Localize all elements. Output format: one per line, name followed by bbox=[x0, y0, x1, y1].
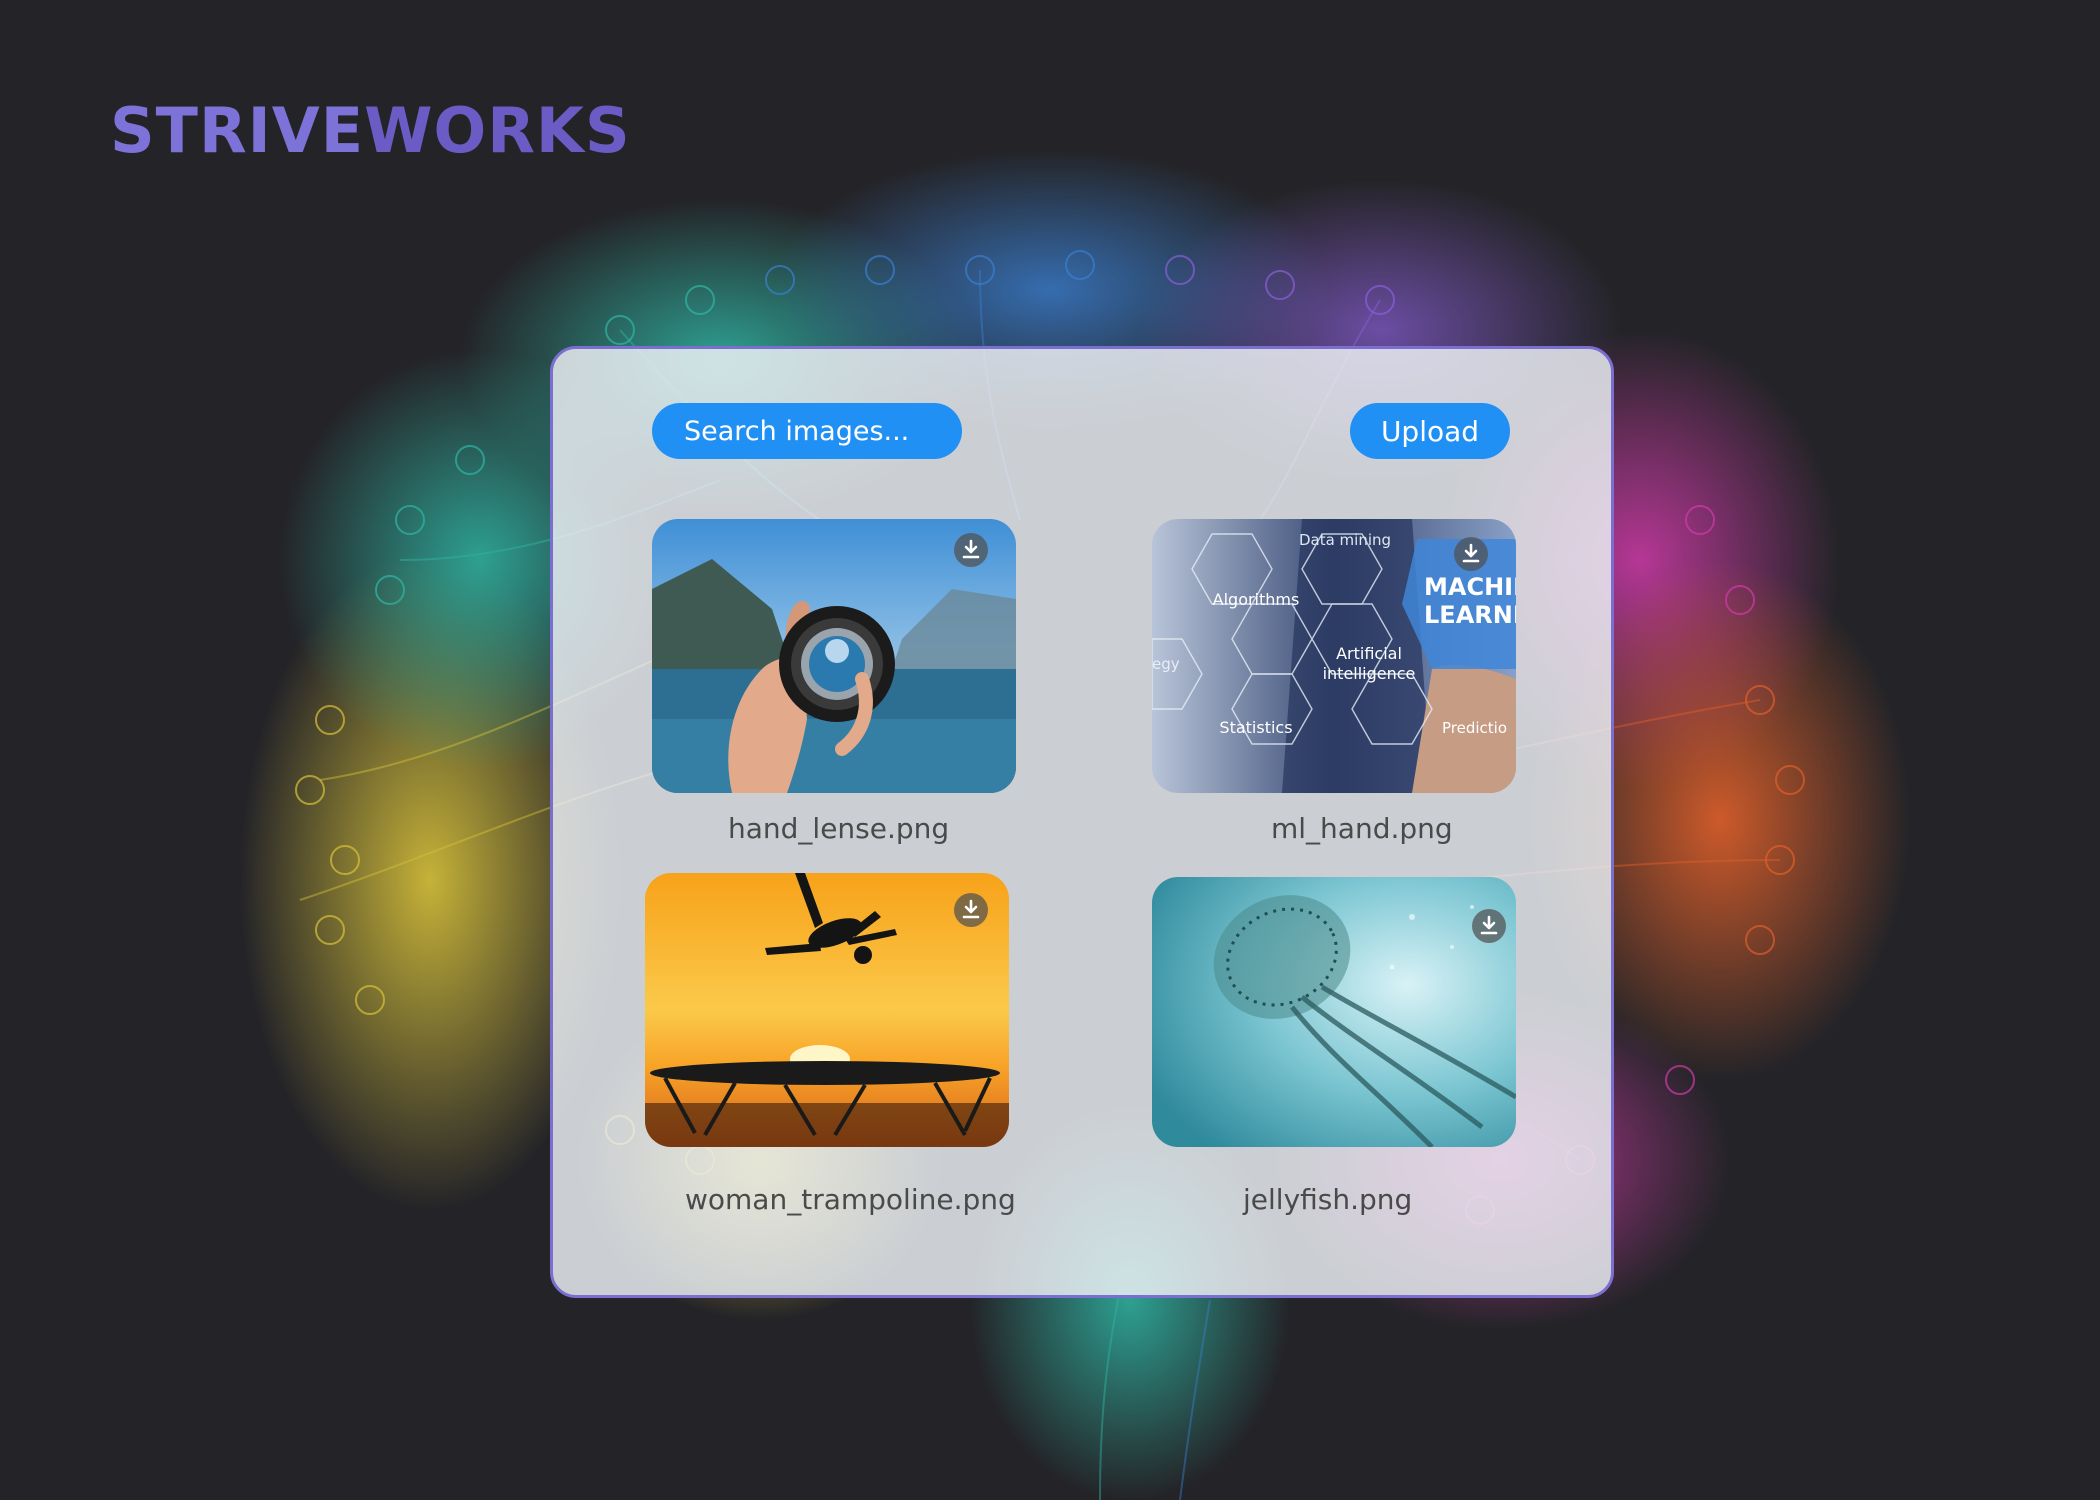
upload-button[interactable]: Upload bbox=[1350, 403, 1510, 459]
jellyfish-thumbnail[interactable] bbox=[1152, 877, 1516, 1147]
image-filename: hand_lense.png bbox=[728, 812, 950, 845]
logo-text-works: WORKS bbox=[364, 94, 631, 167]
app-stage: STRIVEWORKS Upload bbox=[0, 0, 2100, 1500]
download-icon[interactable] bbox=[954, 533, 988, 567]
svg-text:Algorithms: Algorithms bbox=[1213, 590, 1300, 609]
svg-text:egy: egy bbox=[1152, 655, 1180, 673]
search-input[interactable] bbox=[652, 403, 962, 459]
svg-text:intelligence: intelligence bbox=[1323, 664, 1416, 683]
svg-text:LEARNIN: LEARNIN bbox=[1424, 601, 1516, 629]
jellyfish-image bbox=[1152, 877, 1516, 1147]
svg-text:Data mining: Data mining bbox=[1299, 531, 1391, 549]
image-filename: ml_hand.png bbox=[1271, 812, 1453, 845]
svg-text:Artificial: Artificial bbox=[1336, 644, 1402, 663]
download-icon[interactable] bbox=[1472, 909, 1506, 943]
svg-text:Statistics: Statistics bbox=[1219, 718, 1292, 737]
download-icon[interactable] bbox=[954, 893, 988, 927]
logo-text-strive: STRIVE bbox=[110, 94, 365, 167]
svg-text:Predictio: Predictio bbox=[1442, 719, 1507, 737]
image-filename: woman_trampoline.png bbox=[685, 1183, 1016, 1216]
striveworks-logo: STRIVEWORKS bbox=[110, 100, 631, 162]
download-icon[interactable] bbox=[1454, 537, 1488, 571]
image-gallery-panel: Upload bbox=[550, 346, 1614, 1298]
image-filename: jellyfish.png bbox=[1243, 1183, 1413, 1216]
svg-text:MACHIN: MACHIN bbox=[1424, 573, 1516, 601]
